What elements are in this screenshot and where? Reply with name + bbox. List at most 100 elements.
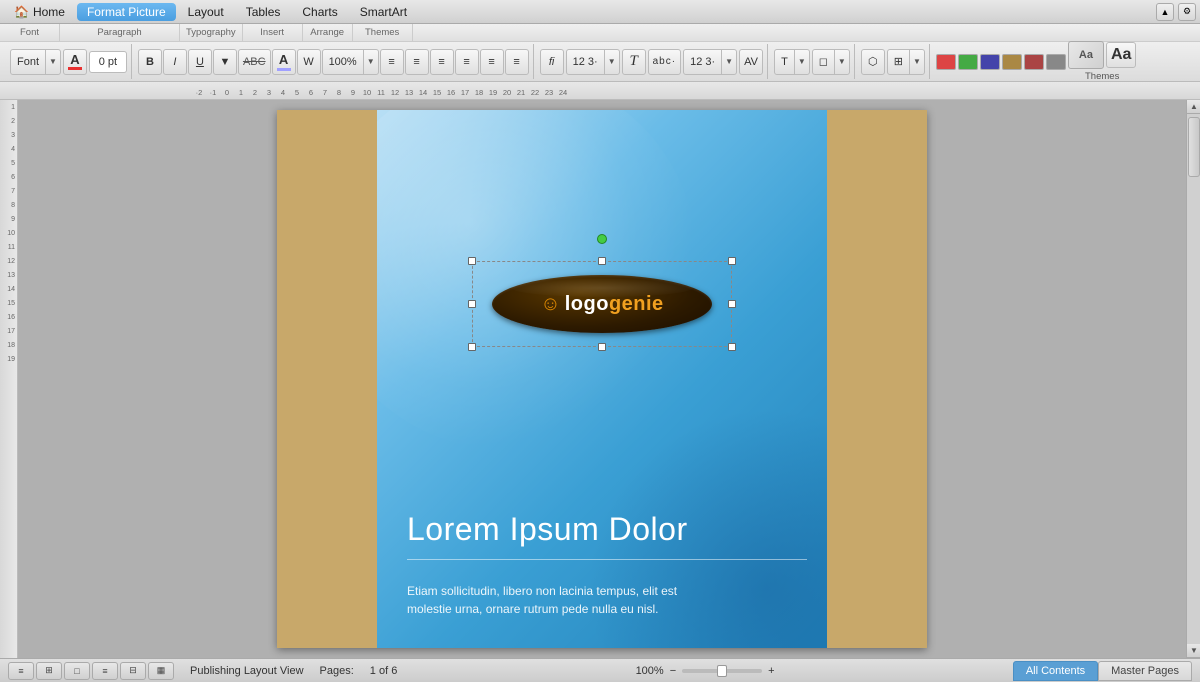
view-btn-6[interactable]: ▦ <box>148 662 174 680</box>
menu-charts[interactable]: Charts <box>292 3 347 21</box>
theme-swatch-2[interactable] <box>958 54 978 70</box>
num-style-dropdown[interactable]: 12 3· ▼ <box>566 49 620 75</box>
scroll-down-button[interactable]: ▼ <box>1187 644 1200 658</box>
highlight-btn[interactable]: W <box>297 49 321 75</box>
window-controls: ▲ ⚙ <box>1156 3 1196 21</box>
menu-layout[interactable]: Layout <box>178 3 234 21</box>
theme-swatch-6[interactable] <box>1046 54 1066 70</box>
page-divider <box>407 559 807 560</box>
home-icon: 🏠 <box>14 5 29 19</box>
themes-main-area: Aa Aa Themes <box>1068 41 1136 82</box>
resize-handle-bm[interactable] <box>598 343 606 351</box>
logo-name: logogenie <box>565 293 664 316</box>
strikethrough-button[interactable]: ABC <box>238 49 271 75</box>
menu-bar: 🏠 Home Format Picture Layout Tables Char… <box>0 0 1200 24</box>
zoom-plus-icon[interactable]: + <box>768 665 774 677</box>
minimize-button[interactable]: ▲ <box>1156 3 1174 21</box>
resize-handle-tl[interactable] <box>468 257 476 265</box>
theme-swatch-3[interactable] <box>980 54 1000 70</box>
view-btn-1[interactable]: ≡ <box>8 662 34 680</box>
arrange-btn1[interactable]: ⬡ <box>861 49 885 75</box>
insert-group-label: Insert <box>243 24 303 41</box>
logo-text: ☺ logogenie <box>540 293 663 316</box>
themes-label: Themes <box>1085 71 1119 82</box>
scroll-thumb[interactable] <box>1188 117 1200 177</box>
align-left-btn[interactable]: ≡ <box>380 49 404 75</box>
themes-font-btn[interactable]: Aa <box>1106 42 1136 68</box>
zoom-dropdown[interactable]: 100% ▼ <box>322 49 379 75</box>
zoom-thumb[interactable] <box>717 665 727 677</box>
indent-btn[interactable]: ≡ <box>505 49 529 75</box>
theme-swatch-4[interactable] <box>1002 54 1022 70</box>
menu-format-picture[interactable]: Format Picture <box>77 3 176 21</box>
logo-icon-char: ☺ <box>540 294 560 314</box>
insert-shape-dropdown[interactable]: ◻ ▼ <box>812 49 850 75</box>
italic-button[interactable]: I <box>163 49 187 75</box>
underline-button[interactable]: U <box>188 49 212 75</box>
zoom-track[interactable] <box>682 669 762 673</box>
zoom-value: 100% <box>636 665 664 677</box>
logo-oval[interactable]: ☺ logogenie <box>492 275 712 333</box>
num-style2-dropdown[interactable]: 12 3· ▼ <box>683 49 737 75</box>
scroll-up-button[interactable]: ▲ <box>1187 100 1200 114</box>
theme-swatch-1[interactable] <box>936 54 956 70</box>
pages-value: 1 of 6 <box>370 665 398 677</box>
right-margin <box>827 110 927 648</box>
view-btn-5[interactable]: ⊟ <box>120 662 146 680</box>
themes-grid-area <box>936 54 1066 70</box>
theme-swatch-5[interactable] <box>1024 54 1044 70</box>
page-content: ☺ logogenie Lorem Ipsum Dolor Etiam soll… <box>377 110 827 648</box>
themes-section: Aa Aa Themes <box>932 44 1140 79</box>
font-color-picker[interactable]: A <box>63 49 87 75</box>
calligraphy-btn[interactable]: T <box>622 49 646 75</box>
small-caps-btn[interactable]: abc· <box>648 49 681 75</box>
typography-group-label: Typography <box>180 24 243 41</box>
insert-text-dropdown[interactable]: T ▼ <box>774 49 810 75</box>
resize-handle-mr[interactable] <box>728 300 736 308</box>
font-size-input[interactable]: 0 pt <box>89 51 127 73</box>
zoom-minus-icon[interactable]: − <box>670 665 676 677</box>
view-mode-buttons: ≡ ⊞ □ ≡ ⊟ ▦ <box>8 662 174 680</box>
font-section: Font ▼ A 0 pt <box>6 44 132 79</box>
menu-home[interactable]: 🏠 Home <box>4 3 75 21</box>
list-btn[interactable]: ≡ <box>480 49 504 75</box>
rotate-handle[interactable] <box>597 234 607 244</box>
view-btn-4[interactable]: ≡ <box>92 662 118 680</box>
resize-handle-tm[interactable] <box>598 257 606 265</box>
paragraph-group-label: Paragraph <box>60 24 180 41</box>
arrange-group-label: Arrange <box>303 24 353 41</box>
view-btn-2[interactable]: ⊞ <box>36 662 62 680</box>
resize-handle-tr[interactable] <box>728 257 736 265</box>
ligature-btn[interactable]: fi <box>540 49 564 75</box>
settings-button[interactable]: ⚙ <box>1178 3 1196 21</box>
insert-section: T ▼ ◻ ▼ <box>770 44 855 79</box>
tab-master-pages[interactable]: Master Pages <box>1098 661 1192 681</box>
tab-all-contents[interactable]: All Contents <box>1013 661 1098 681</box>
bold-button[interactable]: B <box>138 49 162 75</box>
paragraph-section: B I U ▼ ABC A W 100% ▼ ≡ ≡ ≡ ≡ ≡ ≡ <box>134 44 534 79</box>
arrange-btn2[interactable]: ⊞ ▼ <box>887 49 925 75</box>
font-group-label: Font <box>0 24 60 41</box>
canvas-area[interactable]: ☺ logogenie Lorem Ipsum Dolor Etiam soll… <box>18 100 1186 658</box>
underline-dropdown[interactable]: ▼ <box>213 49 237 75</box>
ruler-horizontal: ·2 ·1 0 1 2 3 4 5 6 7 8 9 10 11 12 13 14… <box>0 82 1200 100</box>
menu-smartart[interactable]: SmartArt <box>350 3 417 21</box>
align-justify-btn[interactable]: ≡ <box>455 49 479 75</box>
ribbon-group-labels: Font Paragraph Typography Insert Arrange… <box>0 24 1200 42</box>
logo-container[interactable]: ☺ logogenie <box>492 275 712 333</box>
font-family-arrow: ▼ <box>46 57 60 66</box>
resize-handle-br[interactable] <box>728 343 736 351</box>
menu-tables[interactable]: Tables <box>236 3 291 21</box>
resize-handle-bl[interactable] <box>468 343 476 351</box>
font-family-dropdown[interactable]: Font ▼ <box>10 49 61 75</box>
themes-group-label: Themes <box>353 24 413 41</box>
themes-button[interactable]: Aa <box>1068 41 1104 69</box>
tracking-btn[interactable]: AV <box>739 49 763 75</box>
view-btn-3[interactable]: □ <box>64 662 90 680</box>
page-canvas: ☺ logogenie Lorem Ipsum Dolor Etiam soll… <box>277 110 927 648</box>
font-color-btn2[interactable]: A <box>272 49 296 75</box>
resize-handle-ml[interactable] <box>468 300 476 308</box>
toolbar-row: Font ▼ A 0 pt B I U ▼ ABC A <box>0 42 1200 82</box>
align-center-btn[interactable]: ≡ <box>405 49 429 75</box>
align-right-btn[interactable]: ≡ <box>430 49 454 75</box>
